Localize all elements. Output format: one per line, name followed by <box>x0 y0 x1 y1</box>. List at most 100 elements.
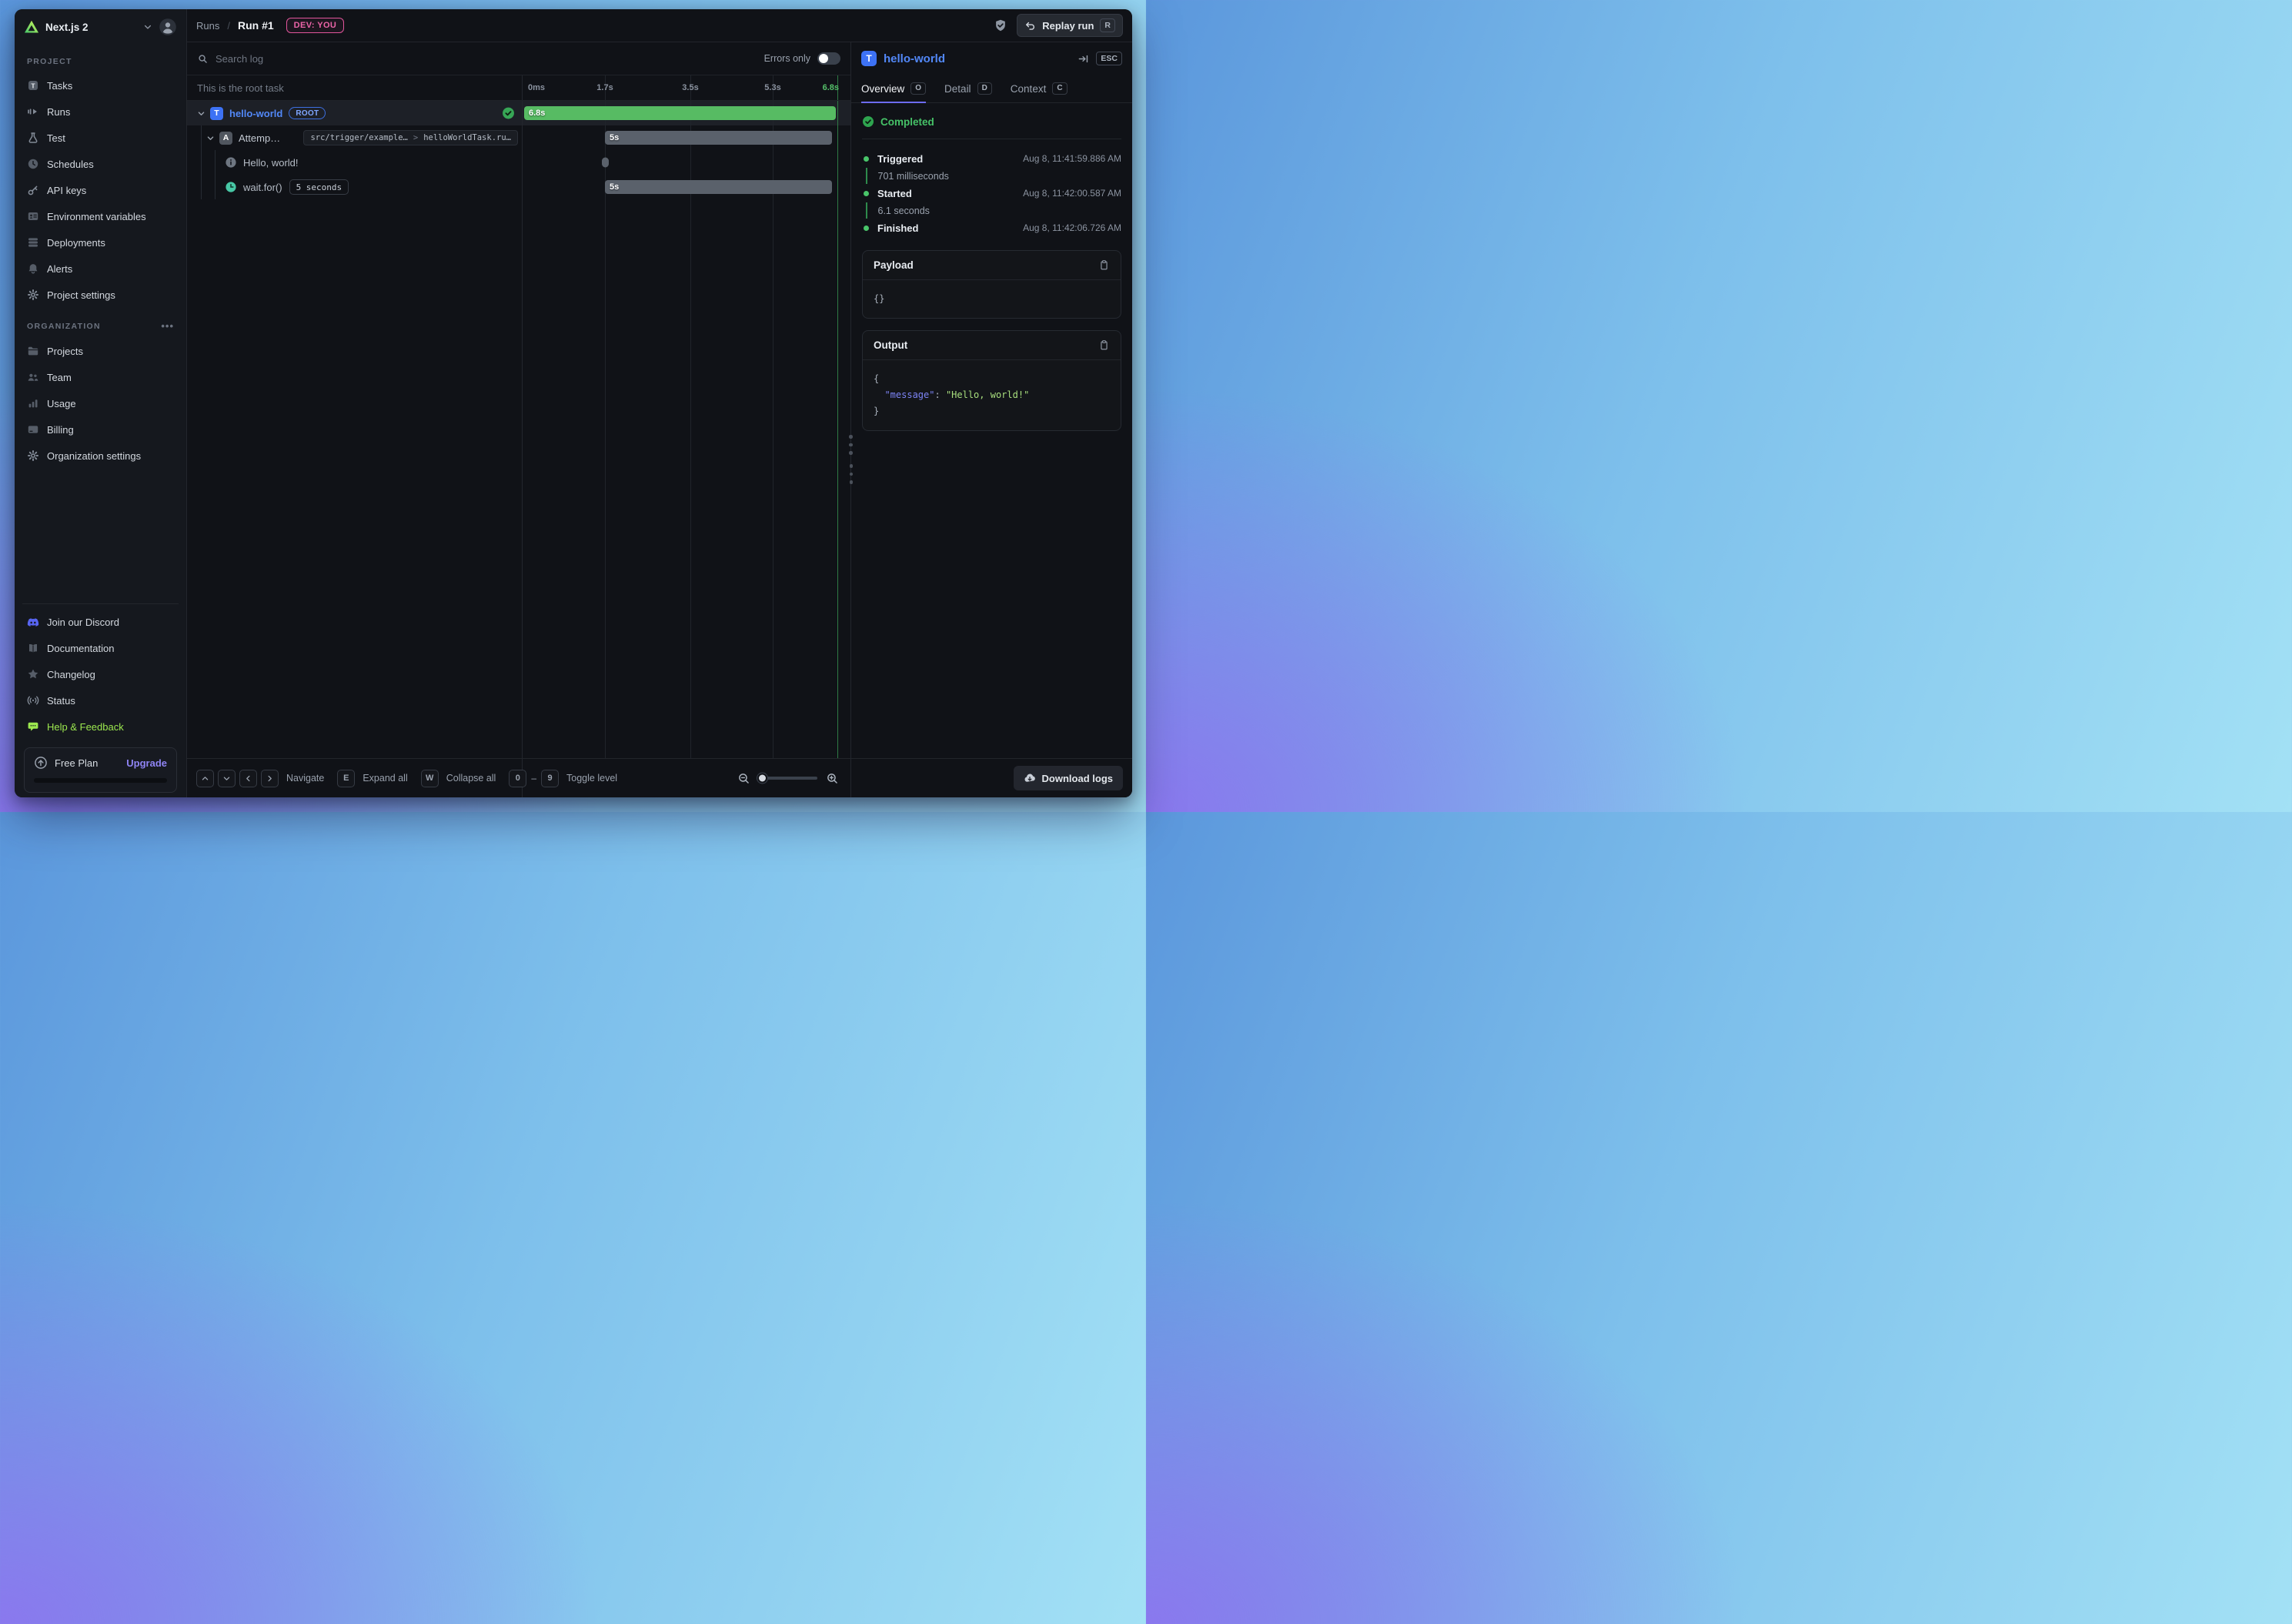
search-input[interactable] <box>216 53 757 65</box>
project-section-label: PROJECT <box>27 57 174 66</box>
sidebar-item-tasks[interactable]: T Tasks <box>22 72 179 99</box>
tree-row-wait[interactable]: wait.for() 5 seconds 5s <box>187 175 850 199</box>
wait-duration-badge: 5 seconds <box>289 179 349 195</box>
tree-row-log[interactable]: Hello, world! <box>187 150 850 175</box>
sidebar-item-usage[interactable]: Usage <box>22 390 179 416</box>
tab-detail[interactable]: Detail D <box>944 75 992 102</box>
sidebar-footer-item-join-our-discord[interactable]: Join our Discord <box>22 609 179 635</box>
sidebar-item-environment-variables[interactable]: Environment variables <box>22 203 179 229</box>
sidebar-item-alerts[interactable]: Alerts <box>22 256 179 282</box>
timeline-zoom-slider[interactable] <box>759 777 817 780</box>
breadcrumb-runs[interactable]: Runs <box>196 20 219 32</box>
navigate-left-button[interactable] <box>239 770 257 787</box>
inspector-title-row: T hello-world ESC <box>851 42 1132 75</box>
tab-overview[interactable]: Overview O <box>861 75 926 102</box>
sidebar-item-schedules[interactable]: Schedules <box>22 151 179 177</box>
sidebar-footer-item-help-feedback[interactable]: Help & Feedback <box>22 713 179 740</box>
navigate-up-button[interactable] <box>196 770 214 787</box>
panel-resize-grip[interactable] <box>850 464 854 484</box>
timeline-header: 0ms 1.7s 3.5s 5.3s 6.8s <box>523 75 850 100</box>
help-chat-icon <box>27 720 39 733</box>
collapse-all-key[interactable]: W <box>421 770 439 787</box>
sidebar-item-team[interactable]: Team <box>22 364 179 390</box>
tree-row-attempt[interactable]: A Attemp… src/trigger/example… > helloWo… <box>187 125 850 150</box>
navigate-right-button[interactable] <box>261 770 279 787</box>
avatar[interactable] <box>159 18 177 36</box>
copy-clipboard-icon[interactable] <box>1098 339 1110 351</box>
plan-usage-bar <box>34 778 167 783</box>
navigate-down-button[interactable] <box>218 770 236 787</box>
task-badge-icon: T <box>210 107 223 120</box>
sidebar-item-label: Alerts <box>47 263 72 275</box>
task-name[interactable]: hello-world <box>229 108 282 119</box>
collapse-caret-icon[interactable] <box>206 134 215 142</box>
event-gap-duration: 701 milliseconds <box>878 171 949 182</box>
timeline-dot-marker[interactable] <box>602 158 609 168</box>
page-title: Run #1 <box>238 19 274 32</box>
sidebar-item-project-settings[interactable]: Project settings <box>22 282 179 308</box>
root-badge: ROOT <box>289 107 326 119</box>
chevron-down-icon[interactable] <box>143 22 152 32</box>
errors-only-toggle[interactable] <box>817 52 840 65</box>
panel-resize-grip[interactable] <box>849 435 853 455</box>
event-finished: Finished Aug 8, 11:42:06.726 AM <box>862 219 1121 237</box>
sidebar-item-api-keys[interactable]: API keys <box>22 177 179 203</box>
replay-run-button[interactable]: Replay run R <box>1017 14 1123 37</box>
event-gap-duration: 6.1 seconds <box>878 206 930 216</box>
collapse-panel-icon[interactable] <box>1078 53 1089 65</box>
source-path-badge[interactable]: src/trigger/example… > helloWorldTask.ru… <box>303 130 518 145</box>
sidebar-footer-item-documentation[interactable]: Documentation <box>22 635 179 661</box>
sidebar-footer-item-status[interactable]: Status <box>22 687 179 713</box>
collapse-caret-icon[interactable] <box>197 109 205 118</box>
expand-all-label[interactable]: Expand all <box>363 773 407 784</box>
sidebar-header: Next.js 2 <box>22 9 179 45</box>
alerts-bell-icon <box>27 262 39 275</box>
sidebar-item-label: Status <box>47 695 75 707</box>
deployments-icon <box>27 236 39 249</box>
sidebar-item-billing[interactable]: Billing <box>22 416 179 443</box>
download-logs-button[interactable]: Download logs <box>1014 766 1123 790</box>
tree-header: This is the root task <box>187 75 523 100</box>
attempt-label: Attemp… <box>239 132 280 144</box>
sidebar-item-label: Projects <box>47 346 83 357</box>
payload-title: Payload <box>874 259 914 271</box>
timeline-bar-root[interactable]: 6.8s <box>524 106 836 120</box>
timeline-bar-wait[interactable]: 5s <box>605 180 832 194</box>
payload-content: {} <box>863 280 1121 318</box>
sidebar-item-projects[interactable]: Projects <box>22 338 179 364</box>
sidebar-item-test[interactable]: Test <box>22 125 179 151</box>
sidebar-item-label: Organization settings <box>47 450 141 462</box>
zoom-out-icon[interactable] <box>737 772 750 785</box>
log-tree-area: This is the root task 0ms 1.7s 3.5s 5.3s… <box>187 75 850 758</box>
esc-key-badge[interactable]: ESC <box>1096 52 1122 65</box>
documentation-book-icon <box>27 642 39 654</box>
upgrade-link[interactable]: Upgrade <box>126 757 167 769</box>
sidebar-footer-item-changelog[interactable]: Changelog <box>22 661 179 687</box>
tree-row-hello-world[interactable]: T hello-world ROOT 6.8s <box>187 101 850 125</box>
success-check-icon <box>502 107 515 120</box>
collapse-all-label[interactable]: Collapse all <box>446 773 496 784</box>
copy-clipboard-icon[interactable] <box>1098 259 1110 271</box>
sidebar-item-label: Tasks <box>47 80 72 92</box>
sidebar-item-organization-settings[interactable]: Organization settings <box>22 443 179 469</box>
sidebar-item-runs[interactable]: Runs <box>22 99 179 125</box>
sidebar-item-label: Documentation <box>47 643 114 654</box>
zoom-in-icon[interactable] <box>826 772 839 785</box>
log-message: Hello, world! <box>243 157 299 169</box>
tab-context[interactable]: Context C <box>1011 75 1067 102</box>
app-window: Next.js 2 PROJECT T Tasks Runs <box>15 9 1132 797</box>
env-vars-icon <box>27 210 39 222</box>
zoom-slider-handle[interactable] <box>757 774 767 784</box>
sidebar-item-deployments[interactable]: Deployments <box>22 229 179 256</box>
sidebar-item-label: Test <box>47 132 65 144</box>
sidebar: Next.js 2 PROJECT T Tasks Runs <box>15 9 187 797</box>
run-event-timeline: Triggered Aug 8, 11:41:59.886 AM 701 mil… <box>862 139 1121 239</box>
project-nav: T Tasks Runs Test Schedules <box>22 72 179 308</box>
sidebar-footer: Join our Discord Documentation Changelog… <box>22 603 179 740</box>
expand-all-key[interactable]: E <box>337 770 355 787</box>
tasks-icon: T <box>27 79 39 92</box>
inspector-title: hello-world <box>884 52 945 65</box>
organization-menu-icon[interactable]: ••• <box>161 320 174 332</box>
timeline-bar-attempt[interactable]: 5s <box>605 131 832 145</box>
shield-check-icon[interactable] <box>994 18 1007 32</box>
